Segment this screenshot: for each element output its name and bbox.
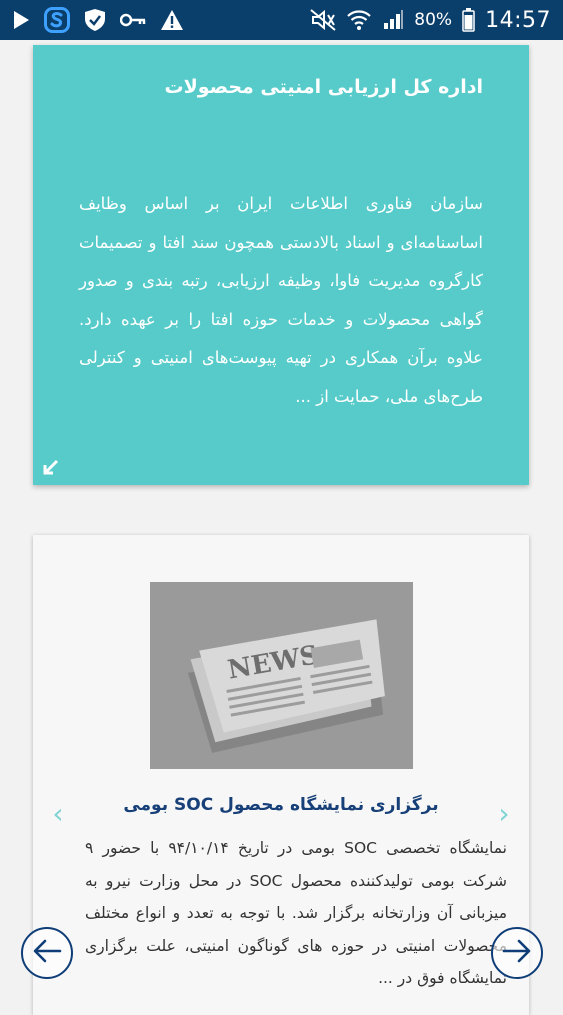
back-button[interactable]: [21, 927, 73, 979]
info-card[interactable]: اداره کل ارزیابی امنیتی محصولات سازمان ف…: [33, 45, 529, 485]
arrow-right-icon: [502, 938, 532, 968]
system-icons: 80% 14:57: [310, 8, 551, 33]
battery-percent: 80%: [414, 10, 453, 30]
s-app-icon: [44, 7, 70, 33]
newspaper-icon: NEWS: [187, 619, 385, 753]
signal-icon: [382, 9, 404, 31]
slider-next-chevron[interactable]: ›: [493, 797, 515, 831]
battery-icon: [462, 8, 475, 32]
arrow-left-icon: [32, 938, 62, 968]
warning-icon: [160, 9, 184, 31]
news-slider-card: NEWS ‹ برگزاری نمایشگاه محصول SOC بومی ›…: [33, 535, 529, 1015]
notification-icons: [12, 7, 184, 33]
wifi-icon: [346, 8, 372, 32]
shield-check-icon: [84, 8, 106, 32]
news-image[interactable]: NEWS: [150, 582, 413, 769]
slider-prev-chevron[interactable]: ‹: [47, 797, 69, 831]
forward-button[interactable]: [491, 927, 543, 979]
info-card-title: اداره کل ارزیابی امنیتی محصولات: [164, 76, 483, 98]
expand-icon[interactable]: [43, 459, 59, 475]
mute-icon: [310, 9, 336, 31]
play-icon: [12, 10, 30, 30]
news-title[interactable]: برگزاری نمایشگاه محصول SOC بومی: [93, 795, 469, 815]
news-summary: نمایشگاه تخصصی SOC بومی در تاریخ ۹۴/۱۰/۱…: [85, 839, 507, 987]
info-card-body: سازمان فناوری اطلاعات ایران بر اساس وظای…: [79, 194, 483, 406]
key-icon: [120, 13, 146, 27]
clock: 14:57: [485, 7, 551, 33]
status-bar: 80% 14:57: [0, 0, 563, 40]
